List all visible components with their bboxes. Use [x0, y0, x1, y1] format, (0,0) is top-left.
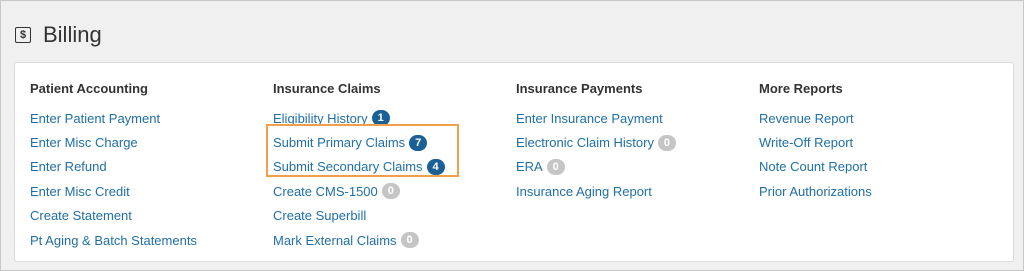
- link-create-cms-1500[interactable]: Create CMS-1500: [273, 184, 378, 199]
- link-enter-insurance-payment[interactable]: Enter Insurance Payment: [516, 111, 663, 126]
- list-item: Revenue Report: [759, 106, 872, 130]
- link-mark-external-claims[interactable]: Mark External Claims: [273, 233, 397, 248]
- link-enter-patient-payment[interactable]: Enter Patient Payment: [30, 111, 160, 126]
- column-insurance-payments: Insurance Payments Enter Insurance Payme…: [516, 80, 676, 204]
- column-heading: Insurance Claims: [273, 81, 381, 96]
- billing-header: $ Billing: [15, 19, 102, 51]
- dollar-icon: $: [15, 27, 31, 43]
- column-more-reports: More Reports Revenue Report Write-Off Rep…: [759, 80, 872, 204]
- count-badge: 0: [381, 183, 400, 200]
- link-eligibility-history[interactable]: Eligibility History: [273, 111, 368, 126]
- list-item: Submit Primary Claims 7: [273, 130, 445, 154]
- link-write-off-report[interactable]: Write-Off Report: [759, 135, 853, 150]
- page-title: Billing: [43, 22, 102, 47]
- list-item: Enter Patient Payment: [30, 106, 197, 130]
- link-enter-refund[interactable]: Enter Refund: [30, 159, 107, 174]
- link-prior-authorizations[interactable]: Prior Authorizations: [759, 184, 872, 199]
- list-item: ERA 0: [516, 155, 676, 179]
- list-item: Prior Authorizations: [759, 179, 872, 203]
- count-badge: 7: [409, 134, 428, 151]
- list-item: Write-Off Report: [759, 130, 872, 154]
- link-pt-aging-batch-statements[interactable]: Pt Aging & Batch Statements: [30, 233, 197, 248]
- list-item: Enter Misc Charge: [30, 130, 197, 154]
- link-create-statement[interactable]: Create Statement: [30, 208, 132, 223]
- count-badge: 0: [400, 232, 419, 249]
- column-insurance-claims: Insurance Claims Eligibility History 1 Sub…: [273, 80, 445, 252]
- list-item: Electronic Claim History 0: [516, 130, 676, 154]
- billing-window: $ Billing Patient Accounting Enter Patie…: [0, 0, 1024, 271]
- list-item: Enter Misc Credit: [30, 179, 197, 203]
- link-create-superbill[interactable]: Create Superbill: [273, 208, 366, 223]
- column-heading: Patient Accounting: [30, 81, 148, 96]
- count-badge: 0: [657, 134, 676, 151]
- link-electronic-claim-history[interactable]: Electronic Claim History: [516, 135, 654, 150]
- list-item: Insurance Aging Report: [516, 179, 676, 203]
- list-item: Note Count Report: [759, 155, 872, 179]
- list-item: Create Statement: [30, 204, 197, 228]
- list-item: Submit Secondary Claims 4: [273, 155, 445, 179]
- link-insurance-aging-report[interactable]: Insurance Aging Report: [516, 184, 652, 199]
- link-note-count-report[interactable]: Note Count Report: [759, 159, 867, 174]
- link-era[interactable]: ERA: [516, 159, 543, 174]
- column-heading: More Reports: [759, 81, 843, 96]
- list-item: Create Superbill: [273, 204, 445, 228]
- list-item: Create CMS-1500 0: [273, 179, 445, 203]
- link-revenue-report[interactable]: Revenue Report: [759, 111, 854, 126]
- list-item: Eligibility History 1: [273, 106, 445, 130]
- list-item: Enter Refund: [30, 155, 197, 179]
- link-submit-primary-claims[interactable]: Submit Primary Claims: [273, 135, 405, 150]
- column-heading: Insurance Payments: [516, 81, 643, 96]
- link-submit-secondary-claims[interactable]: Submit Secondary Claims: [273, 159, 423, 174]
- link-enter-misc-credit[interactable]: Enter Misc Credit: [30, 184, 130, 199]
- list-item: Enter Insurance Payment: [516, 106, 676, 130]
- billing-panel: Patient Accounting Enter Patient Payment…: [14, 62, 1014, 262]
- list-item: Mark External Claims 0: [273, 228, 445, 252]
- list-item: Pt Aging & Batch Statements: [30, 228, 197, 252]
- count-badge: 4: [426, 158, 445, 175]
- count-badge: 1: [371, 110, 390, 127]
- column-patient-accounting: Patient Accounting Enter Patient Payment…: [30, 80, 197, 252]
- link-enter-misc-charge[interactable]: Enter Misc Charge: [30, 135, 138, 150]
- count-badge: 0: [546, 158, 565, 175]
